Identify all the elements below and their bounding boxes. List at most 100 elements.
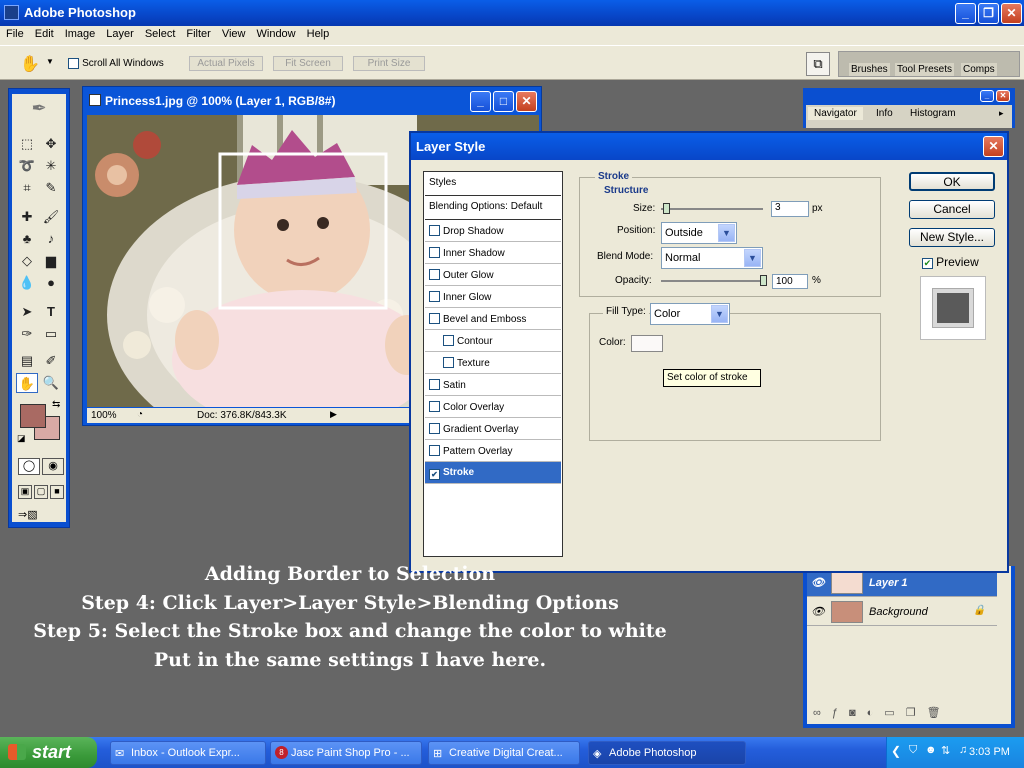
dodge-tool-icon[interactable]: ● <box>40 273 62 293</box>
eyedropper-tool-icon[interactable]: ✐ <box>40 351 62 371</box>
tab-navigator[interactable]: Navigator <box>808 107 863 120</box>
effect-row[interactable]: Inner Glow <box>425 286 561 308</box>
opacity-input[interactable]: 100 <box>772 274 808 289</box>
menu-layer[interactable]: Layer <box>100 26 139 40</box>
eye-icon[interactable]: 👁 <box>811 605 825 618</box>
blur-tool-icon[interactable]: 💧 <box>16 273 38 293</box>
blending-options-row[interactable]: Blending Options: Default <box>425 196 561 220</box>
effect-checkbox[interactable] <box>429 291 440 302</box>
start-button[interactable]: start <box>0 737 97 768</box>
close-button[interactable]: ✕ <box>1001 3 1022 24</box>
menu-select[interactable]: Select <box>139 26 181 40</box>
eye-icon[interactable]: 👁 <box>811 576 825 589</box>
menu-view[interactable]: View <box>216 26 251 40</box>
default-colors-icon[interactable]: ◪ <box>17 433 26 444</box>
effect-checkbox[interactable] <box>429 401 440 412</box>
foreground-color-swatch[interactable] <box>20 404 46 428</box>
gradient-tool-icon[interactable]: ▆ <box>40 251 62 271</box>
effect-row[interactable]: Texture <box>425 352 561 374</box>
size-slider-thumb[interactable] <box>663 203 670 214</box>
minimize-button[interactable]: _ <box>955 3 976 24</box>
dialog-close-button[interactable]: ✕ <box>983 136 1004 157</box>
screen-mode-full-menu-icon[interactable]: ▢ <box>34 485 48 499</box>
doc-maximize-button[interactable]: □ <box>493 91 514 112</box>
screen-mode-full-icon[interactable]: ■ <box>50 485 64 499</box>
standard-mode-icon[interactable]: ◯ <box>18 458 40 475</box>
tray-expand-icon[interactable]: ❮ <box>891 744 901 758</box>
effect-checkbox[interactable] <box>429 247 440 258</box>
effect-row[interactable]: Gradient Overlay <box>425 418 561 440</box>
quick-mask-mode-icon[interactable]: ◉ <box>42 458 64 475</box>
clock[interactable]: 3:03 PM <box>969 746 1010 758</box>
restore-button[interactable]: ❐ <box>978 3 999 24</box>
menu-filter[interactable]: Filter <box>180 26 215 40</box>
styles-header[interactable]: Styles <box>425 172 561 196</box>
hand-tool-icon[interactable]: ✋ <box>20 54 40 74</box>
effect-checkbox[interactable] <box>429 379 440 390</box>
size-slider-track[interactable] <box>661 208 763 210</box>
effect-checkbox[interactable] <box>429 269 440 280</box>
new-layer-icon[interactable]: ❐ <box>906 707 927 719</box>
effect-row[interactable]: Pattern Overlay <box>425 440 561 462</box>
menu-edit[interactable]: Edit <box>29 26 59 40</box>
effect-checkbox[interactable] <box>443 335 454 346</box>
screen-mode-standard-icon[interactable]: ▣ <box>18 485 32 499</box>
zoom-tool-icon[interactable]: 🔍 <box>40 373 62 393</box>
position-select[interactable]: Outside ▼ <box>661 222 737 244</box>
link-layers-icon[interactable]: ∞ <box>813 707 832 719</box>
preview-checkbox[interactable]: ✔ Preview <box>922 255 979 269</box>
effect-checkbox[interactable] <box>429 313 440 324</box>
swap-colors-icon[interactable]: ⇆ <box>52 399 60 410</box>
effect-row[interactable]: ✔ Stroke <box>425 462 561 484</box>
status-menu-icon[interactable]: ◔ <box>137 409 143 420</box>
palette-tab-comps[interactable]: Comps <box>961 63 997 76</box>
zoom-level[interactable]: 100% <box>91 410 117 421</box>
security-shield-icon[interactable]: ⛉ <box>909 744 917 757</box>
checkbox-icon[interactable] <box>68 57 79 69</box>
tab-histogram[interactable]: Histogram <box>910 108 956 119</box>
healing-brush-tool-icon[interactable]: ✚ <box>16 207 38 227</box>
effect-checkbox[interactable] <box>443 357 454 368</box>
task-paint-shop-pro[interactable]: 8 Jasc Paint Shop Pro - ... <box>270 741 422 765</box>
ok-button[interactable]: OK <box>909 172 995 191</box>
messenger-icon[interactable]: ☻ <box>925 744 937 756</box>
print-size-button[interactable]: Print Size <box>353 56 425 71</box>
task-adobe-photoshop[interactable]: ◈ Adobe Photoshop <box>588 741 746 765</box>
path-selection-tool-icon[interactable]: ➤ <box>16 302 38 322</box>
eraser-tool-icon[interactable]: ◇ <box>16 251 38 271</box>
network-icon[interactable]: ⇅ <box>941 744 950 757</box>
checkbox-check-icon[interactable]: ✔ <box>922 257 933 269</box>
layer-row[interactable]: 👁 Layer 1 <box>807 570 997 597</box>
cancel-button[interactable]: Cancel <box>909 200 995 219</box>
menu-window[interactable]: Window <box>251 26 301 40</box>
magic-wand-tool-icon[interactable]: ✳ <box>40 156 62 176</box>
lasso-tool-icon[interactable]: ➰ <box>16 156 38 176</box>
effect-row[interactable]: Drop Shadow <box>425 220 561 242</box>
crop-tool-icon[interactable]: ⌗ <box>16 178 38 198</box>
adjustment-layer-icon[interactable]: ◐ <box>867 707 885 719</box>
stroke-color-swatch[interactable] <box>631 335 663 352</box>
blend-mode-select[interactable]: Normal ▼ <box>661 247 763 269</box>
menu-help[interactable]: Help <box>301 26 335 40</box>
layer-row[interactable]: 👁 Background 🔒 <box>807 599 997 626</box>
opacity-slider-thumb[interactable] <box>760 275 767 286</box>
layer-style-icon[interactable]: ƒ <box>832 707 849 719</box>
file-browser-icon[interactable]: ⧉ <box>806 52 830 76</box>
tab-info[interactable]: Info <box>876 108 893 119</box>
marquee-tool-icon[interactable]: ⬚ <box>16 134 38 154</box>
chevron-down-icon[interactable]: ▼ <box>744 249 761 267</box>
volume-icon[interactable]: ♫ <box>959 744 967 756</box>
nav-minimize-button[interactable]: _ <box>980 90 994 102</box>
scroll-all-windows-checkbox[interactable]: Scroll All Windows <box>68 57 164 69</box>
notes-tool-icon[interactable]: ▤ <box>16 351 38 371</box>
layer-mask-icon[interactable]: ◙ <box>849 707 867 719</box>
menu-file[interactable]: File <box>0 26 29 40</box>
doc-minimize-button[interactable]: _ <box>470 91 491 112</box>
history-brush-tool-icon[interactable]: ♪ <box>40 229 62 249</box>
status-arrow-icon[interactable]: ▶ <box>330 409 337 420</box>
new-group-icon[interactable]: ▭ <box>884 707 905 719</box>
nav-close-button[interactable]: ✕ <box>996 90 1010 102</box>
effect-checkbox[interactable]: ✔ <box>429 469 440 480</box>
palette-tab-brushes[interactable]: Brushes <box>849 63 890 76</box>
chevron-down-icon[interactable]: ▼ <box>711 305 728 323</box>
